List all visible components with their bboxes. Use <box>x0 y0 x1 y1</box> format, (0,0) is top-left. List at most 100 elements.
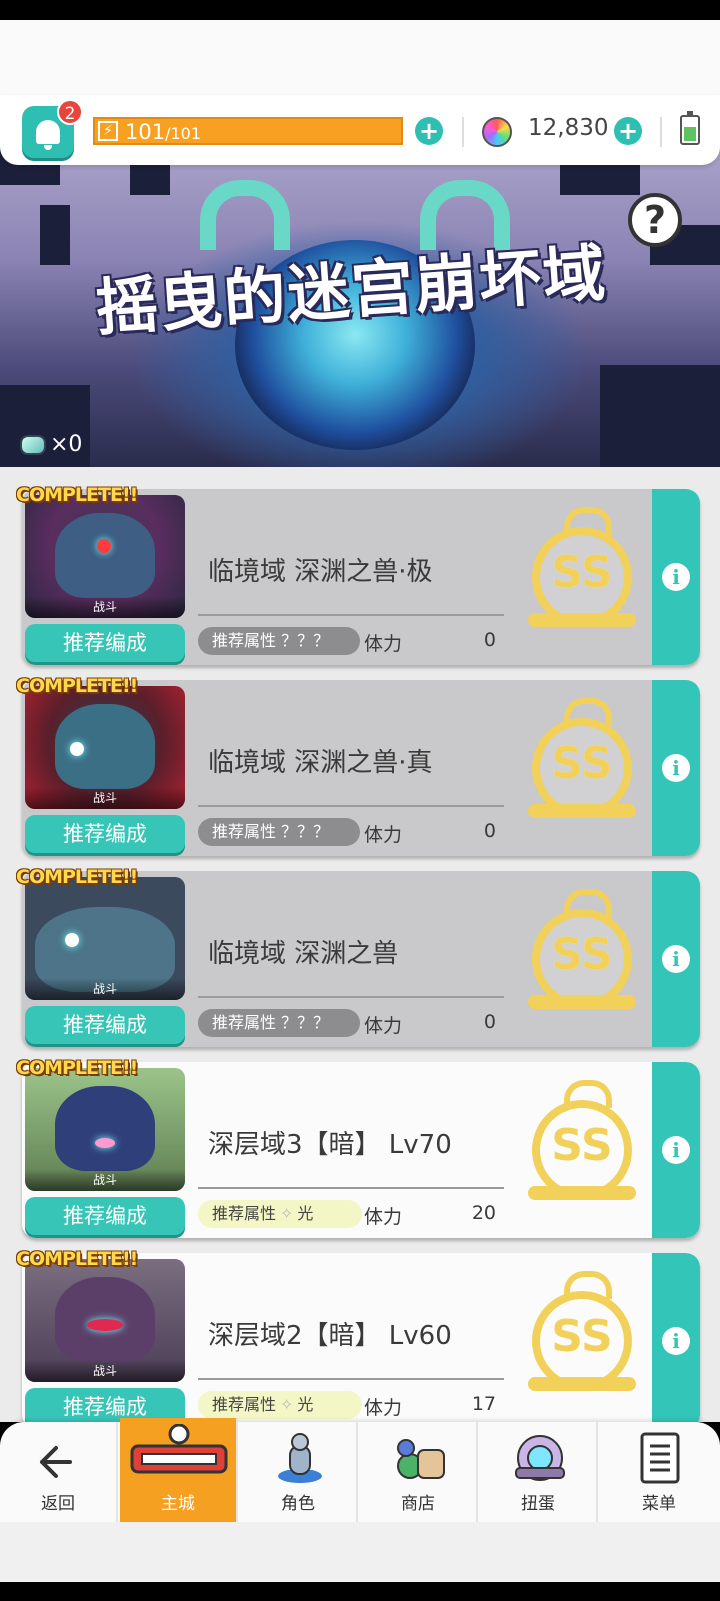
nav-shop-label: 商店 <box>401 1494 435 1514</box>
character-icon <box>278 1433 322 1483</box>
nav-main-city[interactable]: 主城 <box>120 1418 238 1522</box>
monster-art <box>55 1086 155 1171</box>
lightning-icon: ⚡ <box>98 121 118 141</box>
complete-tag: COMPLETE!! <box>16 675 138 697</box>
quest-thumbnail: 战斗 <box>25 877 185 1000</box>
light-element-icon: ✧ <box>280 1395 294 1414</box>
quest-title: 临境域 深渊之兽·真 <box>208 748 433 778</box>
rank-text: SS <box>551 738 613 789</box>
ticket-counter: ×0 <box>20 432 82 457</box>
stamina-cost: 0 <box>483 820 496 842</box>
quest-info-strip[interactable]: i <box>652 680 700 856</box>
help-button[interactable]: ? <box>628 193 682 247</box>
info-icon[interactable]: i <box>662 945 690 973</box>
divider <box>462 117 464 147</box>
nav-back[interactable]: 返回 <box>0 1422 118 1522</box>
stamina-cost-label: 体力 <box>364 633 403 655</box>
battle-label: 战斗 <box>25 596 185 618</box>
recommended-attribute: 推荐属性 ✧ 光 <box>198 1200 362 1228</box>
stamina-readout: 101/101 <box>125 119 201 147</box>
quest-card[interactable]: 战斗 推荐编成 深层域2【暗】 Lv60 推荐属性 ✧ 光 体力 17 SS i <box>22 1253 700 1429</box>
divider <box>198 1378 504 1380</box>
quest-info-strip[interactable]: i <box>652 489 700 665</box>
quest-card[interactable]: 战斗 推荐编成 临境域 深渊之兽 推荐属性 ？？？ 体力 0 SS i <box>22 871 700 1047</box>
pixel-block <box>130 165 170 195</box>
pixel-block <box>40 205 70 265</box>
nav-main-city-label: 主城 <box>161 1494 195 1514</box>
back-arrow-icon <box>40 1446 72 1478</box>
quest-list[interactable]: 战斗 推荐编成 临境域 深渊之兽·极 推荐属性 ？？？ 体力 0 SS i 战斗… <box>0 467 720 1429</box>
nav-menu[interactable]: 菜单 <box>600 1422 718 1522</box>
info-icon[interactable]: i <box>662 754 690 782</box>
battle-label: 战斗 <box>25 1169 185 1191</box>
monster-eye <box>65 933 79 947</box>
stamina-max: /101 <box>165 124 202 143</box>
monster-eye <box>97 539 111 553</box>
divider <box>660 117 662 147</box>
rank-emblem: SS <box>528 1080 636 1200</box>
stamina-cost-label: 体力 <box>364 1206 403 1228</box>
attribute-label: 推荐属性 <box>212 1204 277 1223</box>
quest-card[interactable]: 战斗 推荐编成 深层域3【暗】 Lv70 推荐属性 ✧ 光 体力 20 SS i <box>22 1062 700 1238</box>
divider <box>198 614 504 616</box>
stamina-cost: 20 <box>471 1202 496 1224</box>
status-bar <box>0 0 720 20</box>
info-icon[interactable]: i <box>662 1136 690 1164</box>
nav-character[interactable]: 角色 <box>240 1422 358 1522</box>
divider <box>198 1187 504 1189</box>
light-element-icon: ✧ <box>280 1204 294 1223</box>
system-nav-bar <box>0 1582 720 1601</box>
recommended-attribute: 推荐属性 ？？？ <box>198 1009 360 1037</box>
recommend-team-button[interactable]: 推荐编成 <box>25 624 185 662</box>
quest-thumbnail: 战斗 <box>25 1068 185 1191</box>
rank-text: SS <box>551 929 613 980</box>
attribute-value: 光 <box>297 1204 314 1223</box>
quest-info-strip[interactable]: i <box>652 871 700 1047</box>
recommend-team-button[interactable]: 推荐编成 <box>25 815 185 853</box>
monster-eye <box>87 1319 123 1331</box>
rank-text: SS <box>551 547 613 598</box>
rank-text: SS <box>551 1120 613 1171</box>
top-spacer <box>0 20 720 100</box>
nav-shop[interactable]: 商店 <box>360 1422 478 1522</box>
recommended-attribute: 推荐属性 ？？？ <box>198 818 360 846</box>
notification-badge: 2 <box>57 99 83 125</box>
gem-icon <box>482 117 512 147</box>
stamina-cost-label: 体力 <box>364 1015 403 1037</box>
stamina-cost: 0 <box>483 629 496 651</box>
nav-gacha[interactable]: 扭蛋 <box>480 1422 598 1522</box>
monster-horn <box>200 180 290 250</box>
top-hud: 2 ⚡ 101/101 + 12,830 + <box>0 95 720 165</box>
ticket-count: ×0 <box>50 432 83 457</box>
quest-title: 临境域 深渊之兽 <box>208 939 399 969</box>
nav-character-label: 角色 <box>281 1494 315 1514</box>
quest-info-strip[interactable]: i <box>652 1062 700 1238</box>
quest-thumbnail: 战斗 <box>25 686 185 809</box>
stamina-cost-label: 体力 <box>364 824 403 846</box>
bottom-nav: 返回 主城 角色 商店 扭蛋 菜单 <box>0 1418 720 1522</box>
info-icon[interactable]: i <box>662 563 690 591</box>
shop-icon <box>397 1439 445 1479</box>
quest-card[interactable]: 战斗 推荐编成 临境域 深渊之兽·极 推荐属性 ？？？ 体力 0 SS i <box>22 489 700 665</box>
rank-emblem: SS <box>528 889 636 1009</box>
quest-card[interactable]: 战斗 推荐编成 临境域 深渊之兽·真 推荐属性 ？？？ 体力 0 SS i <box>22 680 700 856</box>
complete-tag: COMPLETE!! <box>16 1248 138 1270</box>
add-stamina-button[interactable]: + <box>415 117 443 145</box>
monster-eye <box>70 742 84 756</box>
recommended-attribute: 推荐属性 ？？？ <box>198 627 360 655</box>
complete-tag: COMPLETE!! <box>16 1057 138 1079</box>
quest-info-strip[interactable]: i <box>652 1253 700 1429</box>
battle-label: 战斗 <box>25 978 185 1000</box>
footer-bar <box>0 1522 720 1582</box>
recommend-team-button[interactable]: 推荐编成 <box>25 1197 185 1235</box>
gacha-icon <box>515 1435 565 1481</box>
quest-title: 临境域 深渊之兽·极 <box>208 557 433 587</box>
stamina-current: 101 <box>125 120 166 144</box>
info-icon[interactable]: i <box>662 1327 690 1355</box>
recommend-team-button[interactable]: 推荐编成 <box>25 1006 185 1044</box>
rank-text: SS <box>551 1311 613 1362</box>
ticket-icon <box>20 434 46 455</box>
complete-tag: COMPLETE!! <box>16 484 138 506</box>
battery-icon <box>680 111 700 145</box>
add-gems-button[interactable]: + <box>614 117 642 145</box>
